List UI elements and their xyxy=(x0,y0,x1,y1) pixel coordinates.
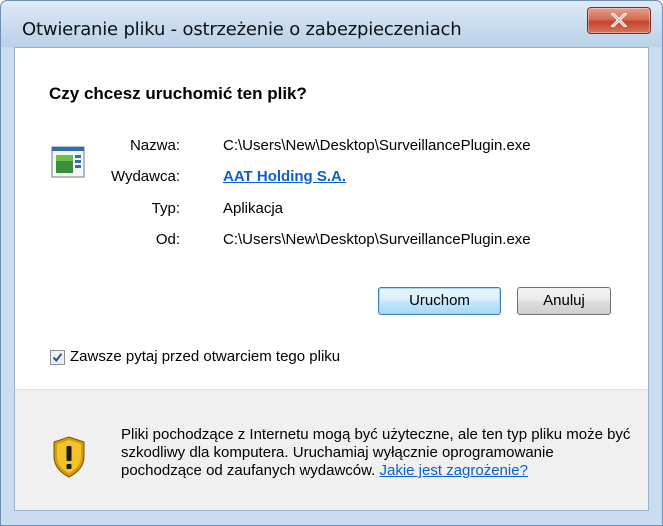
field-value: Aplikacja xyxy=(223,200,284,217)
field-label: Od: xyxy=(155,231,180,248)
always-ask-checkbox[interactable] xyxy=(50,350,65,365)
warning-text: Pliki pochodzące z Internetu mogą być uż… xyxy=(121,426,631,480)
field-label: Typ: xyxy=(151,200,180,217)
warning-shield-icon xyxy=(53,436,85,478)
security-warning-panel: Pliki pochodzące z Internetu mogą być uż… xyxy=(15,389,648,510)
publisher-link[interactable]: AAT Holding S.A. xyxy=(223,168,346,185)
dialog-content: Czy chcesz uruchomić ten plik? Nazwa: C:… xyxy=(14,47,649,511)
field-value: C:\Users\New\Desktop\SurveillancePlugin.… xyxy=(223,231,531,248)
warning-message: Pliki pochodzące z Internetu mogą być uż… xyxy=(121,426,631,479)
dialog-heading: Czy chcesz uruchomić ten plik? xyxy=(49,84,307,103)
dialog-window: Otwieranie pliku - ostrzeżenie o zabezpi… xyxy=(0,0,663,526)
window-title: Otwieranie pliku - ostrzeżenie o zabezpi… xyxy=(22,19,462,40)
cancel-button[interactable]: Anuluj xyxy=(517,287,611,315)
always-ask-label[interactable]: Zawsze pytaj przed otwarciem tego pliku xyxy=(70,348,340,365)
checkmark-icon xyxy=(52,353,63,363)
risk-link[interactable]: Jakie jest zagrożenie? xyxy=(380,462,528,479)
close-button[interactable] xyxy=(587,7,651,34)
field-value: C:\Users\New\Desktop\SurveillancePlugin.… xyxy=(223,137,531,154)
field-label: Wydawca: xyxy=(110,168,180,185)
run-button[interactable]: Uruchom xyxy=(378,287,501,315)
title-bar[interactable]: Otwieranie pliku - ostrzeżenie o zabezpi… xyxy=(1,1,662,47)
close-icon xyxy=(611,13,627,27)
field-label: Nazwa: xyxy=(129,137,180,154)
